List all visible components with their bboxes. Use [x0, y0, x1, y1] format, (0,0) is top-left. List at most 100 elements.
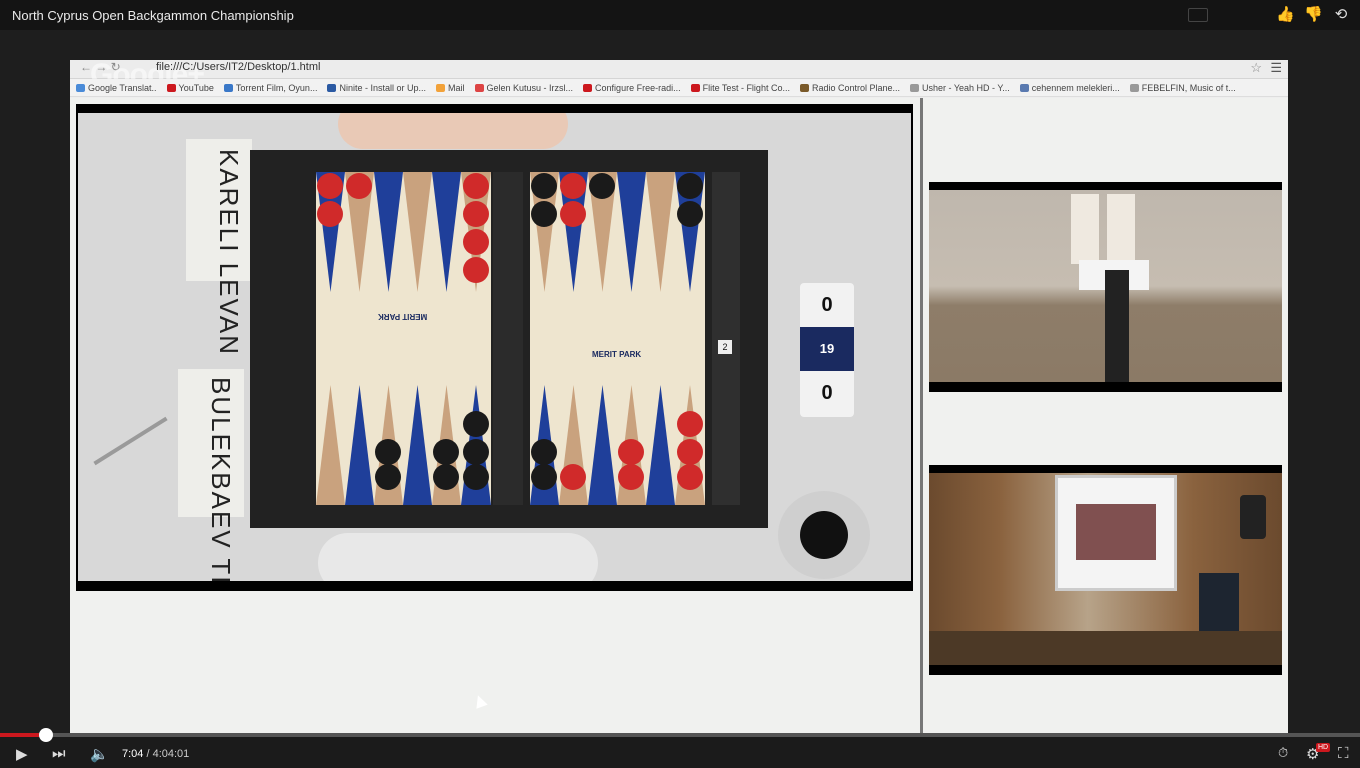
die: 2 — [718, 340, 732, 354]
bookmark-favicon-icon — [474, 83, 484, 92]
room-camera-1 — [929, 182, 1282, 392]
watch-later-icon[interactable] — [1188, 8, 1208, 22]
next-icon[interactable]: ⏭ — [52, 745, 66, 762]
score-b: 19 — [800, 327, 854, 371]
player-sleeve — [318, 533, 598, 581]
time-display: 7:04 / 4:04:01 — [122, 748, 190, 760]
bookmark-favicon-icon — [1129, 83, 1139, 92]
score-cube: 0 19 0 — [800, 283, 854, 417]
video-title[interactable]: North Cyprus Open Backgammon Championshi… — [12, 8, 294, 23]
player-controls: ▶ ⏭ 🔈 7:04 / 4:04:01 ⏱ ⚙ HD ⛶ — [0, 728, 1360, 768]
bookmark-favicon-icon — [910, 83, 920, 92]
progress-bar[interactable] — [0, 728, 1360, 742]
hand-top — [338, 113, 568, 149]
hd-badge: HD — [1316, 743, 1331, 752]
pen — [93, 416, 168, 466]
bookmark-label: Torrent Film, Oyun... — [235, 82, 318, 93]
bookmark-label: Gelen Kutusu - Irzsl... — [486, 82, 574, 93]
bookmark-item: YouTube — [166, 79, 214, 96]
score-c: 0 — [821, 382, 833, 404]
bookmark-item: Torrent Film, Oyun... — [223, 79, 318, 96]
camera-tripod — [1105, 270, 1129, 382]
bookmark-star-icon: ☆ — [1250, 60, 1262, 75]
progress-knob[interactable] — [39, 728, 54, 742]
board-logo-left: MERIT PARK — [378, 312, 428, 321]
bookmark-label: Google Translat.. — [88, 82, 157, 93]
board-bar — [493, 172, 523, 505]
room-camera-2 — [929, 465, 1282, 675]
bookmark-favicon-icon — [583, 83, 593, 92]
player2-name: BULEKBAEV TIMUR — [206, 377, 236, 581]
progress-played — [0, 733, 40, 737]
bookmark-item: Flite Test - Flight Co... — [690, 79, 790, 96]
captured-browser-window: ← → ↻ Google+ file:///C:/Users/IT2/Deskt… — [70, 58, 1288, 763]
bookmark-label: Configure Free-radi... — [595, 82, 681, 93]
bookmark-item: Ninite - Install or Up... — [327, 79, 426, 96]
url-text: file:///C:/Users/IT2/Desktop/1.html — [156, 61, 321, 73]
backgammon-board: MERIT PARK MERIT PARK 2 — [250, 150, 768, 528]
bookmark-favicon-icon — [435, 83, 445, 92]
page-divider — [920, 98, 923, 763]
banner-right — [1107, 194, 1135, 264]
bookmark-item: Gelen Kutusu - Irzsl... — [474, 79, 574, 96]
audience-chairs — [929, 631, 1282, 665]
like-icon[interactable]: 👍 — [1276, 6, 1295, 24]
address-bar: ← → ↻ Google+ file:///C:/Users/IT2/Deskt… — [70, 58, 1288, 91]
speaker — [1240, 495, 1266, 539]
board-table: KARELI LEVAN BULEKBAEV TIMUR MERIT PARK … — [78, 113, 911, 581]
share-icon[interactable]: ⟲ — [1332, 6, 1350, 24]
bookmark-favicon-icon — [327, 83, 337, 92]
browser-menu-icon: ☰ — [1270, 60, 1282, 75]
bookmarks-bar: Google Translat.. YouTube Torrent Film, Oy… — [70, 79, 1288, 97]
fullscreen-icon[interactable]: ⛶ — [1338, 745, 1349, 762]
bookmark-label: Radio Control Plane... — [811, 82, 901, 93]
bookmark-label: cehennem melekleri... — [1031, 82, 1120, 93]
bookmark-favicon-icon — [690, 83, 700, 92]
volume-icon[interactable]: 🔈 — [90, 745, 109, 763]
player-card-top: KARELI LEVAN — [186, 139, 252, 356]
bookmark-item: FEBELFIN, Music of t... — [1129, 79, 1236, 96]
audience-room-view — [929, 473, 1282, 665]
main-board-camera: KARELI LEVAN BULEKBAEV TIMUR MERIT PARK … — [76, 104, 913, 591]
left-points — [316, 172, 491, 505]
playing-room-view — [929, 190, 1282, 382]
bookmark-favicon-icon — [76, 83, 85, 92]
operator — [1199, 573, 1239, 633]
title-bar-actions: 👍 👎 ⟲ — [1276, 6, 1350, 24]
bookmark-favicon-icon — [1019, 83, 1029, 92]
dislike-icon[interactable]: 👎 — [1304, 6, 1323, 24]
board-right-half: MERIT PARK — [530, 172, 705, 505]
bookmark-item: Usher - Yeah HD - Y... — [910, 79, 1010, 96]
player-card-bottom: BULEKBAEV TIMUR — [178, 369, 244, 581]
board-left-half: MERIT PARK — [316, 172, 491, 505]
duration: 4:04:01 — [152, 748, 190, 760]
player1-name: KARELI LEVAN — [214, 149, 244, 357]
bookmark-label: Usher - Yeah HD - Y... — [922, 82, 1010, 93]
coffee-cup — [778, 491, 870, 579]
bookmark-item: Google Translat.. — [76, 79, 157, 96]
bookmark-label: Flite Test - Flight Co... — [702, 82, 790, 93]
bookmark-item: cehennem melekleri... — [1019, 79, 1120, 96]
bookmark-label: Mail — [447, 82, 465, 93]
bookmark-item: Configure Free-radi... — [583, 79, 681, 96]
play-icon[interactable]: ▶ — [16, 745, 28, 763]
bookmark-favicon-icon — [166, 83, 176, 92]
bookmark-label: YouTube — [178, 82, 214, 93]
bookmark-label: Ninite - Install or Up... — [339, 82, 426, 93]
right-points — [530, 172, 705, 505]
projection-screen — [1055, 475, 1177, 591]
bookmark-favicon-icon — [799, 83, 809, 92]
current-time: 7:04 — [122, 748, 144, 760]
bookmark-item: Radio Control Plane... — [799, 79, 901, 96]
video-frame[interactable]: ← → ↻ Google+ file:///C:/Users/IT2/Deskt… — [0, 30, 1360, 763]
banner-left — [1071, 194, 1099, 264]
bookmark-label: FEBELFIN, Music of t... — [1141, 82, 1236, 93]
bookmark-favicon-icon — [223, 83, 233, 92]
score-a: 0 — [821, 294, 833, 316]
bear-off-tray: 2 — [712, 172, 740, 505]
video-title-bar: North Cyprus Open Backgammon Championshi… — [0, 0, 1360, 30]
bookmark-item: Mail — [435, 79, 465, 96]
watch-later-clock-icon[interactable]: ⏱ — [1278, 745, 1288, 761]
stream-page: KARELI LEVAN BULEKBAEV TIMUR MERIT PARK … — [70, 98, 1288, 763]
board-logo-right: MERIT PARK — [592, 350, 642, 359]
